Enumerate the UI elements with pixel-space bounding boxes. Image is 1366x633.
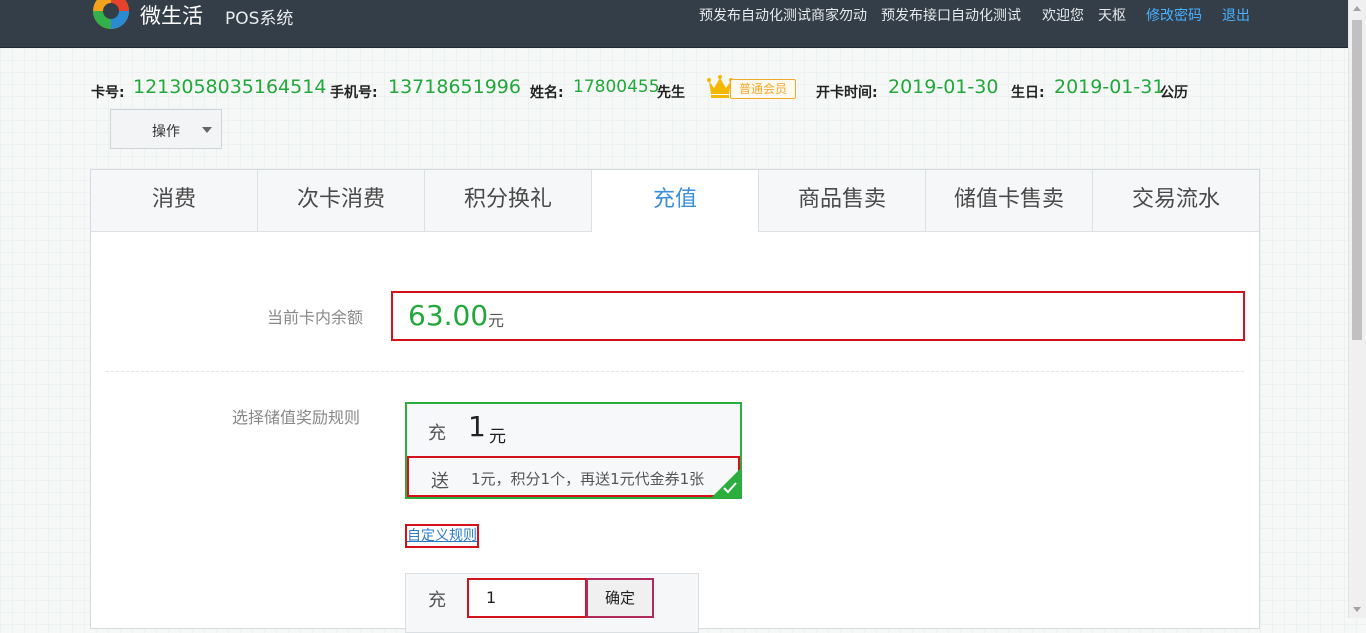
balance-field: 63.00 元 (391, 291, 1245, 341)
open-date: 2019-01-30 (888, 76, 999, 98)
rule-label: 选择储值奖励规则 (232, 408, 361, 427)
welcome-text: 欢迎您 (1042, 8, 1084, 24)
username: 天枢 (1098, 8, 1126, 24)
balance-unit: 元 (488, 311, 505, 330)
tab-transactions[interactable]: 交易流水 (1093, 170, 1259, 231)
balance-value: 63.00 (408, 299, 489, 332)
scroll-up-icon[interactable] (1353, 6, 1361, 11)
card-number: 1213058035164514 (133, 76, 327, 98)
member-name: 17800455 (573, 77, 660, 97)
birthday: 2019-01-31 (1054, 76, 1165, 98)
rule-unit: 元 (489, 427, 506, 447)
custom-rule-link[interactable]: 自定义规则 (405, 524, 479, 548)
operation-label: 操作 (152, 124, 180, 140)
scroll-thumb[interactable] (1352, 20, 1362, 340)
birthday-label: 生日: (1011, 85, 1045, 101)
balance-label: 当前卡内余额 (267, 308, 364, 327)
brand-subtitle: POS系统 (225, 9, 294, 29)
phone-number: 13718651996 (388, 76, 521, 98)
gift-description: 1元，积分1个，再送1元代金券1张 (471, 470, 705, 488)
card-label: 卡号: (91, 85, 125, 101)
tab-stored-card-sale[interactable]: 储值卡售卖 (926, 170, 1093, 231)
tab-times-card[interactable]: 次卡消费 (258, 170, 425, 231)
page-scrollbar[interactable] (1348, 0, 1366, 618)
store-name: 预发布接口自动化测试 (881, 8, 1021, 24)
confirm-button[interactable]: 确定 (586, 578, 654, 618)
tab-goods-sale[interactable]: 商品售卖 (759, 170, 926, 231)
rule-charge-label: 充 (428, 423, 446, 444)
main-panel: 消费 次卡消费 积分换礼 充值 商品售卖 储值卡售卖 交易流水 当前卡内余额 6… (90, 169, 1260, 633)
scroll-down-icon[interactable] (1353, 607, 1361, 612)
rule-amount: 1 (468, 410, 486, 443)
reward-rule-card[interactable]: 充 1 元 送 1元，积分1个，再送1元代金券1张 (405, 402, 742, 499)
tab-points-gift[interactable]: 积分换礼 (425, 170, 592, 231)
checkmark-icon (723, 482, 737, 494)
recharge-charge-label: 充 (428, 590, 446, 611)
name-label: 姓名: (530, 85, 564, 101)
logout-link[interactable]: 退出 (1222, 5, 1250, 25)
brand-name: 微生活 (140, 4, 203, 28)
top-bar: 微生活 POS系统 预发布自动化测试商家勿动 预发布接口自动化测试 欢迎您 天枢… (0, 0, 1349, 48)
divider (106, 371, 1244, 372)
custom-recharge-row: 充 1 确定 (405, 573, 699, 633)
tab-recharge[interactable]: 充值 (592, 170, 759, 232)
open-date-label: 开卡时间: (816, 85, 878, 101)
change-password-link[interactable]: 修改密码 (1146, 5, 1202, 25)
logo-icon (93, 0, 129, 29)
merchant-name: 预发布自动化测试商家勿动 (699, 8, 867, 24)
chevron-down-icon (202, 127, 212, 133)
tab-bar: 消费 次卡消费 积分换礼 充值 商品售卖 储值卡售卖 交易流水 (91, 170, 1259, 232)
phone-label: 手机号: (330, 85, 378, 101)
gift-label: 送 (431, 471, 449, 492)
recharge-amount-input[interactable]: 1 (467, 578, 587, 618)
operation-dropdown[interactable]: 操作 (110, 109, 222, 149)
member-level-badge: 普通会员 (730, 79, 796, 99)
member-title: 先生 (657, 85, 685, 101)
tab-consume[interactable]: 消费 (91, 170, 258, 231)
calendar-type: 公历 (1160, 85, 1188, 101)
rule-gift-row: 送 1元，积分1个，再送1元代金券1张 (407, 456, 740, 497)
